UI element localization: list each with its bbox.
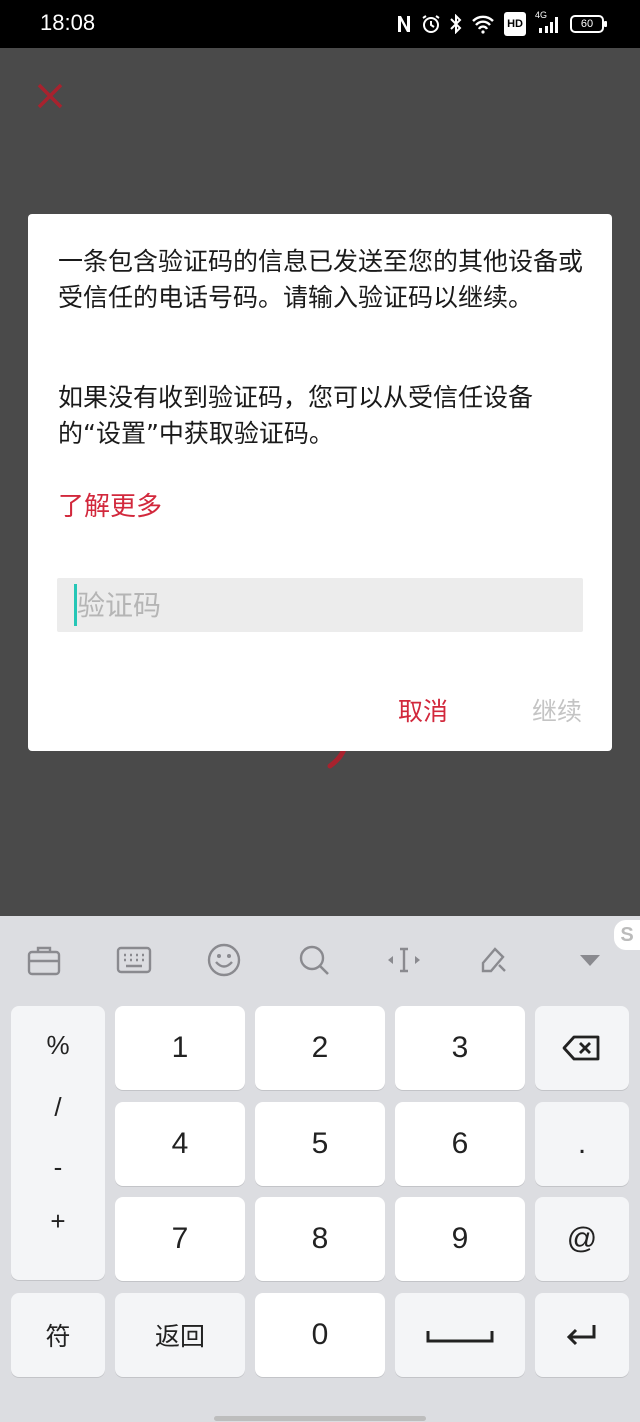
verification-code-field[interactable] xyxy=(57,578,583,632)
key-plus[interactable]: + xyxy=(11,1206,105,1237)
verification-code-input[interactable] xyxy=(77,578,577,632)
learn-more-link[interactable]: 了解更多 xyxy=(58,486,162,523)
key-1[interactable]: 1 xyxy=(115,1006,245,1090)
keyboard: S % / - + 1 2 3 4 5 6 . 7 8 9 @ 符 返回 0 xyxy=(0,916,640,1422)
key-9[interactable]: 9 xyxy=(395,1197,525,1281)
key-minus[interactable]: - xyxy=(11,1152,105,1183)
collapse-icon[interactable] xyxy=(570,940,610,980)
back-key[interactable]: 返回 xyxy=(115,1293,245,1377)
bluetooth-icon xyxy=(450,12,462,36)
network-type: 4G xyxy=(535,10,548,20)
key-0[interactable]: 0 xyxy=(255,1293,385,1377)
space-key[interactable] xyxy=(395,1293,525,1377)
backspace-icon xyxy=(562,1035,600,1061)
keyboard-toolbar: S xyxy=(0,916,640,1002)
key-percent[interactable]: % xyxy=(11,1030,105,1061)
close-icon[interactable] xyxy=(30,76,70,116)
key-at[interactable]: @ xyxy=(535,1197,629,1281)
key-4[interactable]: 4 xyxy=(115,1102,245,1186)
search-icon[interactable] xyxy=(294,940,334,980)
battery-icon: 60 xyxy=(570,15,607,33)
key-5[interactable]: 5 xyxy=(255,1102,385,1186)
clipboard-icon[interactable] xyxy=(24,940,64,980)
key-8[interactable]: 8 xyxy=(255,1197,385,1281)
status-bar: 18:08 HD 4G 60 xyxy=(0,0,640,48)
key-2[interactable]: 2 xyxy=(255,1006,385,1090)
dialog-message-secondary: 如果没有收到验证码，您可以从受信任设备的“设置”中获取验证码。 xyxy=(58,383,534,448)
verification-dialog: 一条包含验证码的信息已发送至您的其他设备或受信任的电话号码。请输入验证码以继续。… xyxy=(28,214,612,751)
edit-icon[interactable] xyxy=(474,940,514,980)
symbol-switch-key[interactable]: 符 xyxy=(11,1293,105,1377)
signal-icon: 4G xyxy=(535,10,561,36)
alarm-icon xyxy=(421,12,441,36)
status-icons: HD 4G 60 xyxy=(396,10,607,36)
home-indicator[interactable] xyxy=(214,1416,426,1421)
key-6[interactable]: 6 xyxy=(395,1102,525,1186)
key-3[interactable]: 3 xyxy=(395,1006,525,1090)
keyboard-icon[interactable] xyxy=(114,940,154,980)
continue-button[interactable]: 继续 xyxy=(532,692,582,728)
cancel-button[interactable]: 取消 xyxy=(398,692,448,728)
status-time: 18:08 xyxy=(40,10,96,35)
key-dot[interactable]: . xyxy=(535,1102,629,1186)
hd-icon: HD xyxy=(504,12,526,36)
symbol-column[interactable]: % / - + xyxy=(11,1006,105,1280)
enter-key[interactable] xyxy=(535,1293,629,1377)
nfc-icon xyxy=(396,12,412,36)
enter-icon xyxy=(566,1325,596,1346)
key-7[interactable]: 7 xyxy=(115,1197,245,1281)
dialog-message: 一条包含验证码的信息已发送至您的其他设备或受信任的电话号码。请输入验证码以继续。 xyxy=(58,247,584,312)
cursor-move-icon[interactable] xyxy=(384,940,424,980)
backspace-key[interactable] xyxy=(535,1006,629,1090)
wifi-icon xyxy=(471,12,495,36)
emoji-icon[interactable] xyxy=(204,940,244,980)
space-icon xyxy=(426,1331,494,1343)
brand-badge: S xyxy=(614,920,640,950)
key-slash[interactable]: / xyxy=(11,1092,105,1123)
